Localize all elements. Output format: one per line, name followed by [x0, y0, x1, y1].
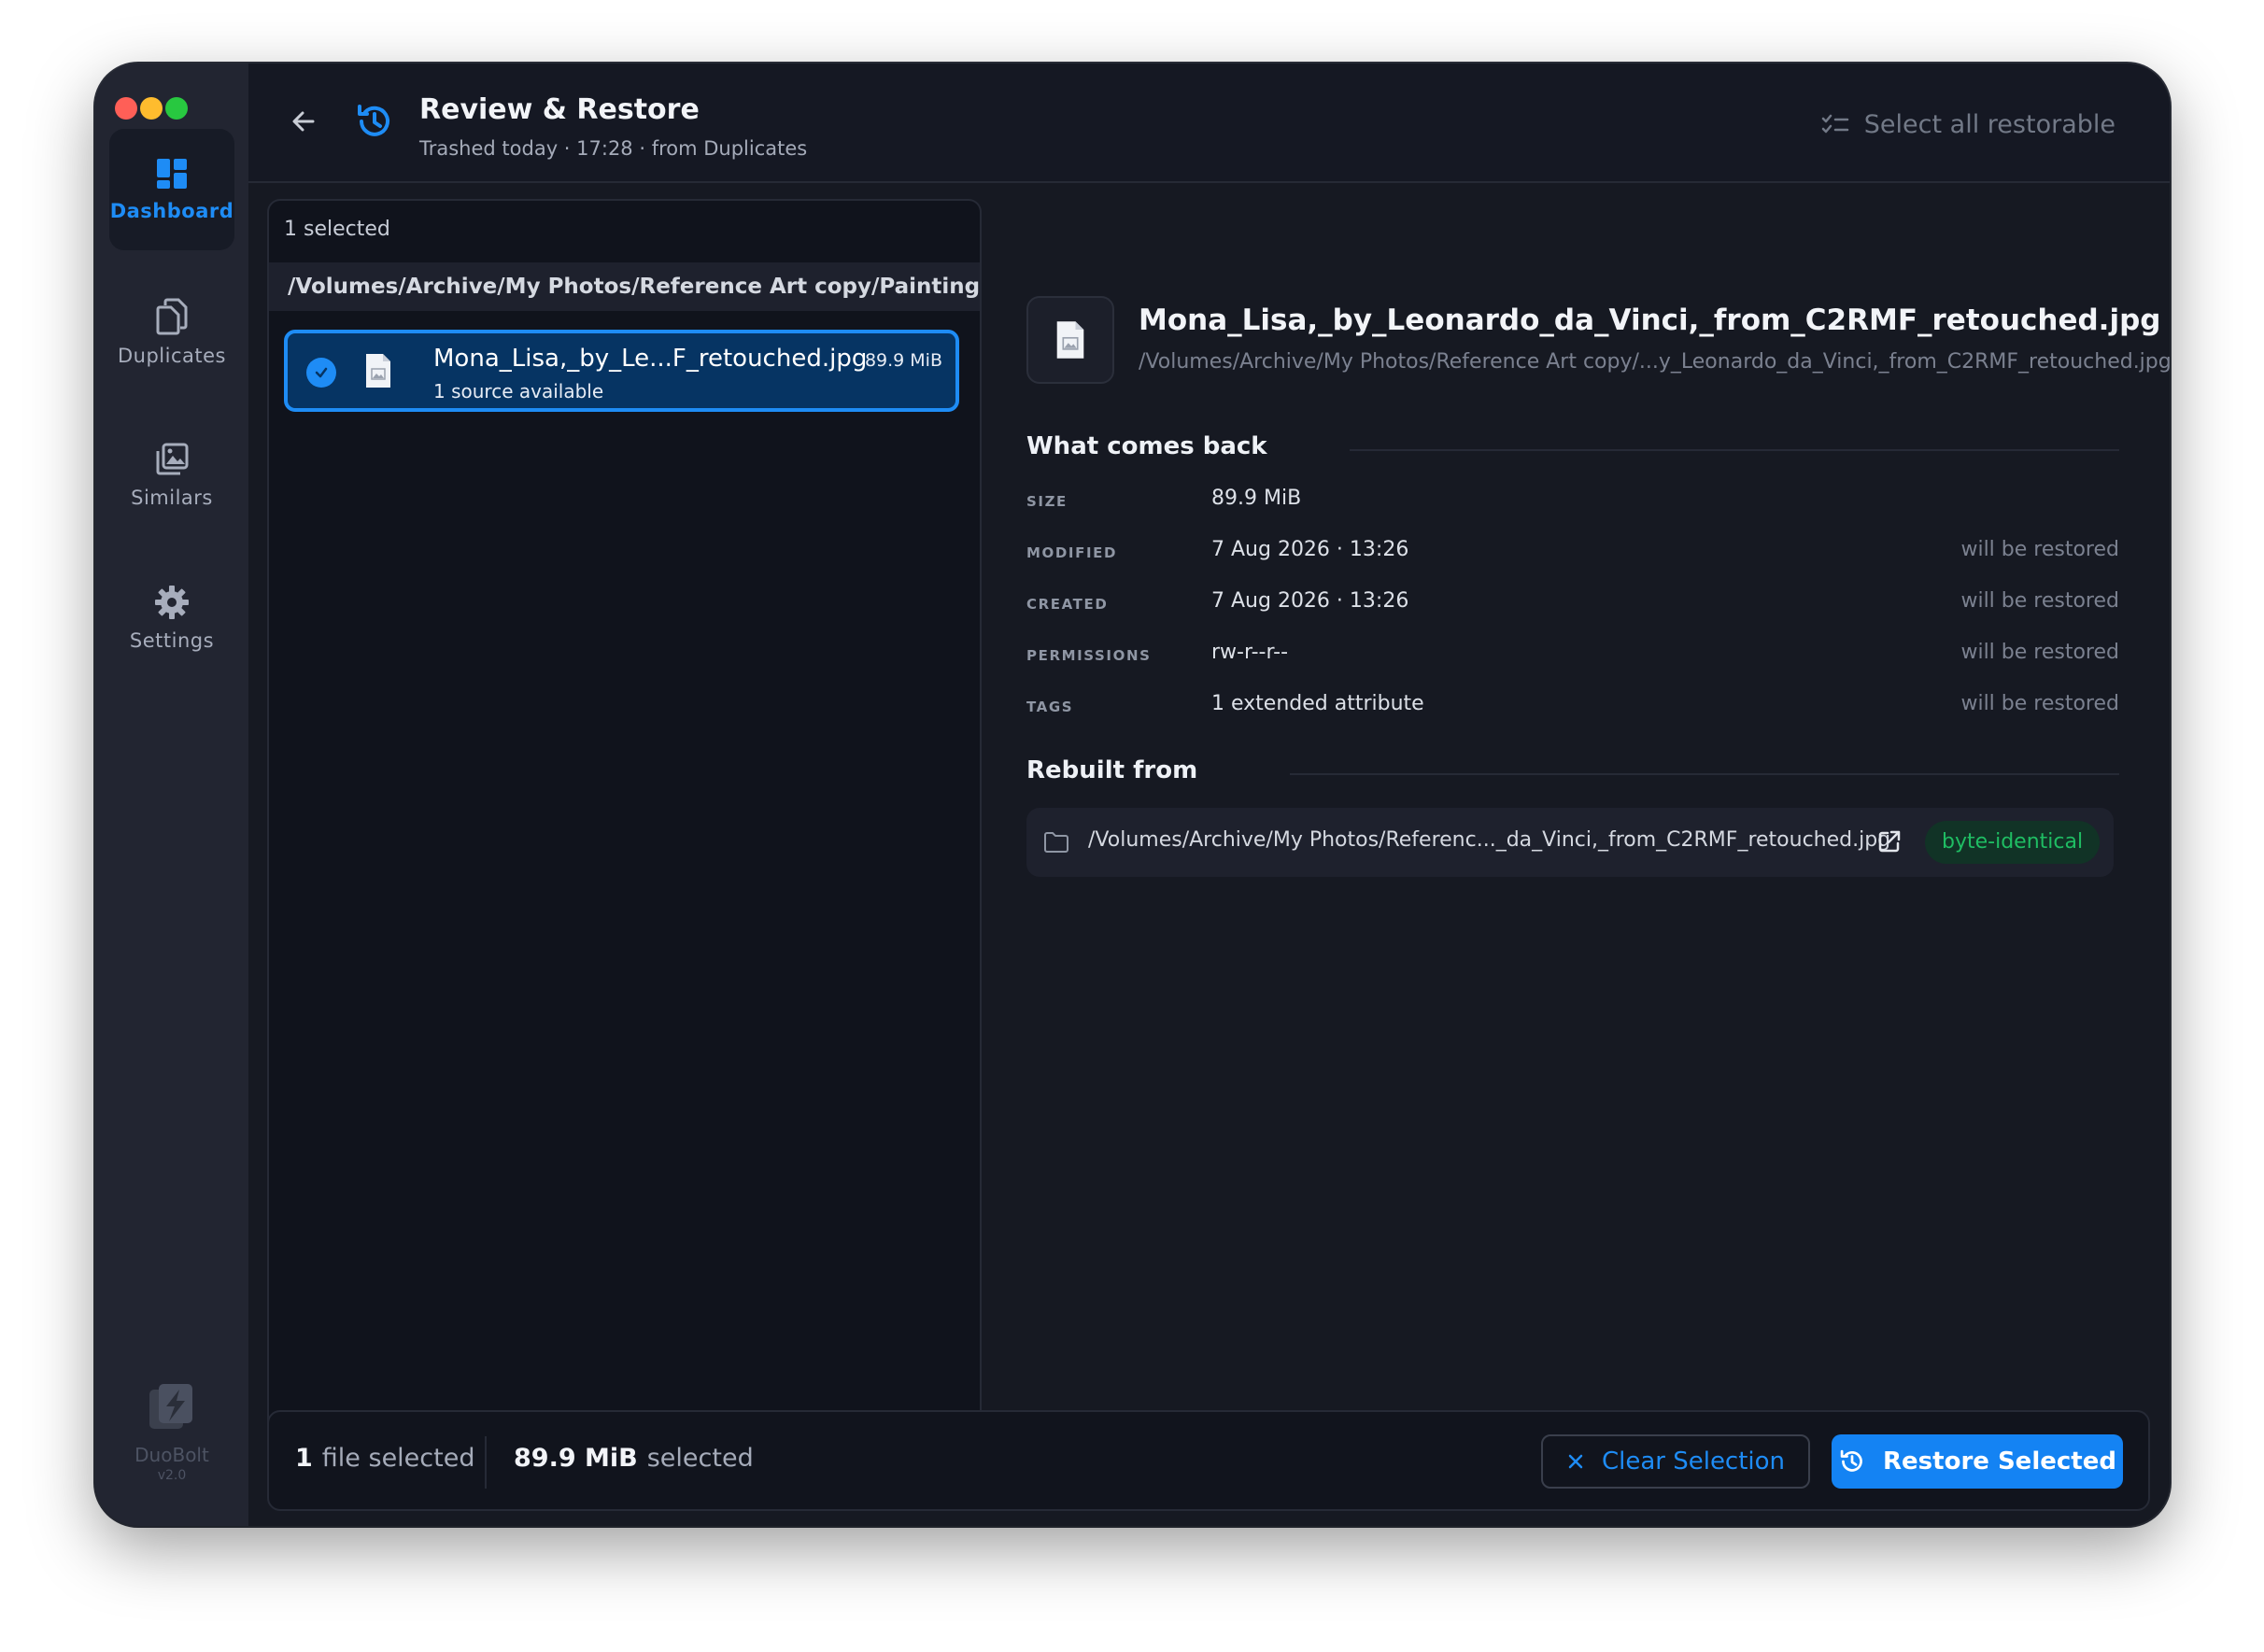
page-title: Review & Restore	[419, 93, 700, 126]
section-divider	[1290, 773, 2119, 775]
prop-value-modified: 7 Aug 2026 · 13:26	[1211, 538, 1409, 561]
checkmark-icon	[315, 367, 328, 378]
selected-size: 89.9 MiB selected	[514, 1444, 754, 1473]
source-path: /Volumes/Archive/My Photos/Referenc..._d…	[1088, 828, 1891, 852]
similars-icon	[156, 443, 189, 475]
file-count-value: 1	[295, 1444, 313, 1473]
sidebar-item-label: Settings	[129, 629, 215, 652]
file-count-label: file selected	[321, 1444, 475, 1473]
folder-group-header: /Volumes/Archive/My Photos/Reference Art…	[269, 262, 980, 311]
detail-file-path: /Volumes/Archive/My Photos/Reference Art…	[1139, 350, 2170, 374]
sidebar-item-duplicates[interactable]: Duplicates	[109, 272, 234, 393]
file-name: Mona_Lisa,_by_Le...F_retouched.jpg	[433, 345, 868, 373]
prop-label-created: CREATED	[1026, 596, 1109, 613]
page-subtitle: Trashed today · 17:28 · from Duplicates	[419, 137, 808, 160]
rebuilt-from-title: Rebuilt from	[1026, 756, 1198, 784]
prop-value-created: 7 Aug 2026 · 13:26	[1211, 589, 1409, 613]
status-badge: byte-identical	[1925, 821, 2101, 864]
prop-note-created: will be restored	[1960, 589, 2119, 613]
sidebar-item-dashboard[interactable]: Dashboard	[109, 129, 234, 250]
prop-note-modified: will be restored	[1960, 538, 2119, 561]
sidebar-item-settings[interactable]: Settings	[109, 558, 234, 679]
prop-value-tags: 1 extended attribute	[1211, 692, 1424, 715]
dashboard-icon	[157, 159, 187, 189]
prop-value-permissions: rw-r--r--	[1211, 641, 1289, 664]
file-size: 89.9 MiB	[864, 350, 942, 371]
list-item[interactable]: Mona_Lisa,_by_Le...F_retouched.jpg 1 sou…	[284, 330, 959, 412]
selected-checkbox[interactable]	[306, 358, 336, 388]
selected-count: 1 selected	[284, 218, 390, 241]
restore-selected-button[interactable]: Restore Selected	[1832, 1434, 2123, 1489]
divider	[485, 1436, 487, 1489]
brand-name: DuoBolt	[134, 1444, 209, 1466]
zoom-window-button[interactable]	[165, 97, 188, 120]
source-row: /Volumes/Archive/My Photos/Referenc..._d…	[1026, 808, 2114, 877]
restore-icon	[1840, 1449, 1862, 1472]
size-label: selected	[646, 1444, 754, 1473]
app-version: v2.0	[157, 1468, 187, 1483]
size-value: 89.9 MiB	[514, 1444, 638, 1473]
prop-label-modified: MODIFIED	[1026, 544, 1118, 561]
app-window: Dashboard Duplicates Similars Settings D…	[95, 64, 2170, 1526]
sidebar-item-label: Dashboard	[109, 200, 234, 222]
sidebar: Dashboard Duplicates Similars Settings D…	[95, 64, 248, 1526]
detail-file-name: Mona_Lisa,_by_Leonardo_da_Vinci,_from_C2…	[1139, 304, 2161, 337]
file-sources: 1 source available	[433, 380, 604, 402]
prop-note-permissions: will be restored	[1960, 641, 2119, 664]
select-all-restorable-button[interactable]: Select all restorable	[1821, 110, 2115, 139]
action-bar: 1 file selected 89.9 MiB selected Clear Se…	[267, 1410, 2150, 1511]
checklist-icon	[1821, 114, 1849, 133]
section-divider	[1350, 449, 2119, 451]
close-window-button[interactable]	[115, 97, 137, 120]
selected-file-count: 1 file selected	[295, 1444, 474, 1473]
restore-selected-label: Restore Selected	[1883, 1447, 2116, 1476]
file-preview	[1026, 296, 1114, 384]
select-all-label: Select all restorable	[1863, 110, 2115, 139]
duobolt-logo-icon	[149, 1384, 192, 1429]
header: Review & Restore Trashed today · 17:28 ·…	[248, 64, 2170, 183]
folder-icon	[1044, 832, 1068, 853]
detail-panel: Mona_Lisa,_by_Leonardo_da_Vinci,_from_C2…	[978, 182, 2170, 1471]
prop-label-size: SIZE	[1026, 493, 1068, 510]
external-link-icon[interactable]	[1876, 828, 1903, 854]
sidebar-item-label: Similars	[131, 487, 213, 509]
close-icon	[1568, 1454, 1583, 1469]
prop-label-tags: TAGS	[1026, 699, 1074, 715]
prop-value-size: 89.9 MiB	[1211, 487, 1302, 510]
minimize-window-button[interactable]	[140, 97, 163, 120]
gear-icon	[155, 586, 189, 619]
image-file-icon	[1056, 321, 1084, 359]
prop-label-permissions: PERMISSIONS	[1026, 647, 1152, 664]
duplicates-icon	[156, 298, 188, 335]
sidebar-item-label: Duplicates	[118, 345, 226, 367]
history-icon	[358, 105, 389, 136]
prop-note-tags: will be restored	[1960, 692, 2119, 715]
sidebar-item-similars[interactable]: Similars	[109, 415, 234, 536]
what-comes-back-title: What comes back	[1026, 432, 1267, 460]
image-file-icon	[366, 354, 390, 388]
clear-selection-label: Clear Selection	[1601, 1447, 1786, 1476]
back-arrow-icon[interactable]	[290, 108, 317, 134]
clear-selection-button[interactable]: Clear Selection	[1541, 1434, 1810, 1489]
file-list-panel: 1 selected /Volumes/Archive/My Photos/Re…	[267, 199, 982, 1490]
